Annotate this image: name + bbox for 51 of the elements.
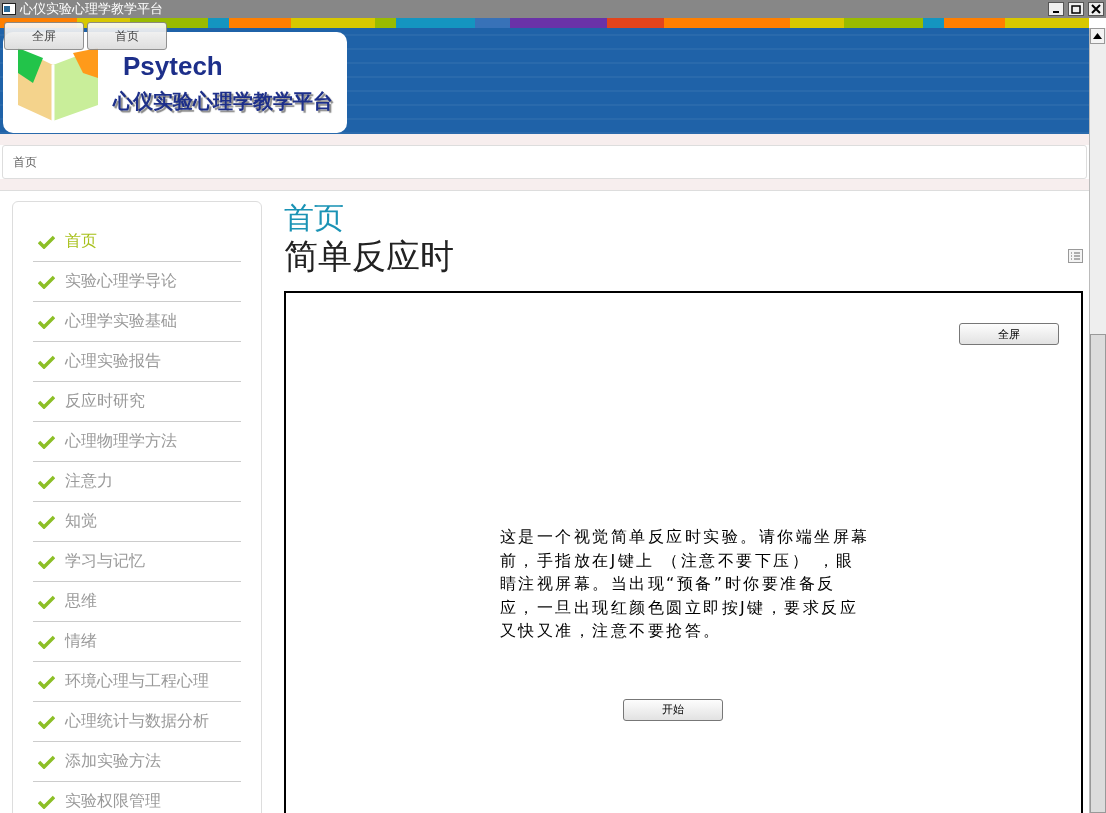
checkmark-icon — [38, 794, 55, 809]
checkmark-icon — [38, 394, 55, 409]
close-icon — [1091, 4, 1101, 14]
checkmark-icon — [38, 274, 55, 289]
app-icon — [2, 3, 16, 15]
sidebar-item[interactable]: 心理学实验基础 — [33, 302, 241, 342]
sidebar-item[interactable]: 思维 — [33, 582, 241, 622]
checkmark-icon — [38, 754, 55, 769]
breadcrumb-link[interactable]: 首页 — [13, 153, 37, 171]
sidebar-item[interactable]: 心理实验报告 — [33, 342, 241, 382]
checkmark-icon — [38, 674, 55, 689]
checkmark-icon — [38, 354, 55, 369]
maximize-icon — [1071, 4, 1081, 14]
sidebar-item[interactable]: 注意力 — [33, 462, 241, 502]
sidebar-item[interactable]: 学习与记忆 — [33, 542, 241, 582]
fullscreen-button[interactable]: 全屏 — [959, 323, 1059, 345]
top-nav-button[interactable]: 首页 — [87, 22, 167, 50]
scroll-thumb[interactable] — [1090, 334, 1106, 813]
checkmark-icon — [38, 514, 55, 529]
checkmark-icon — [38, 714, 55, 729]
brand-name: Psytech — [122, 50, 224, 82]
checkmark-icon — [38, 314, 55, 329]
checkmark-icon — [38, 434, 55, 449]
window-title: 心仪实验心理学教学平台 — [20, 0, 164, 18]
scrollbar[interactable] — [1089, 28, 1106, 813]
sidebar-item[interactable]: 心理统计与数据分析 — [33, 702, 241, 742]
sidebar-item[interactable]: 实验心理学导论 — [33, 262, 241, 302]
minimize-button[interactable] — [1048, 2, 1064, 16]
checkmark-icon — [38, 474, 55, 489]
sidebar-item[interactable]: 知觉 — [33, 502, 241, 542]
platform-name: 心仪实验心理学教学平台 — [113, 87, 333, 115]
close-button[interactable] — [1088, 2, 1104, 16]
sidebar-item[interactable]: 添加实验方法 — [33, 742, 241, 782]
start-button[interactable]: 开始 — [622, 698, 723, 721]
sidebar-item[interactable]: 首页 — [33, 222, 241, 262]
section-heading: 首页 — [284, 201, 345, 235]
sidebar-item[interactable]: 情绪 — [33, 622, 241, 662]
checkmark-icon — [38, 234, 55, 249]
page-title: 简单反应时 — [284, 235, 454, 277]
checkmark-icon — [38, 594, 55, 609]
maximize-button[interactable] — [1068, 2, 1084, 16]
checkmark-icon — [38, 554, 55, 569]
scroll-up-icon[interactable] — [1090, 28, 1105, 44]
sidebar-item[interactable]: 心理物理学方法 — [33, 422, 241, 462]
sidebar-item[interactable]: 环境心理与工程心理 — [33, 662, 241, 702]
sidebar-item[interactable]: 反应时研究 — [33, 382, 241, 422]
top-nav-button[interactable]: 全屏 — [4, 22, 84, 50]
list-icon[interactable] — [1068, 249, 1083, 263]
checkmark-icon — [38, 634, 55, 649]
sidebar-item[interactable]: 实验权限管理 — [33, 782, 241, 813]
instructions-text: 这是一个视觉简单反应时实验。请你端坐屏幕前，手指放在J键上 （注意不要下压） ，眼睛注视屏幕。当出现“预备”时你要准备反应，一旦出现红颜色圆立即按J键，要求反应又快又准，注意不要抢答。 — [499, 526, 870, 642]
